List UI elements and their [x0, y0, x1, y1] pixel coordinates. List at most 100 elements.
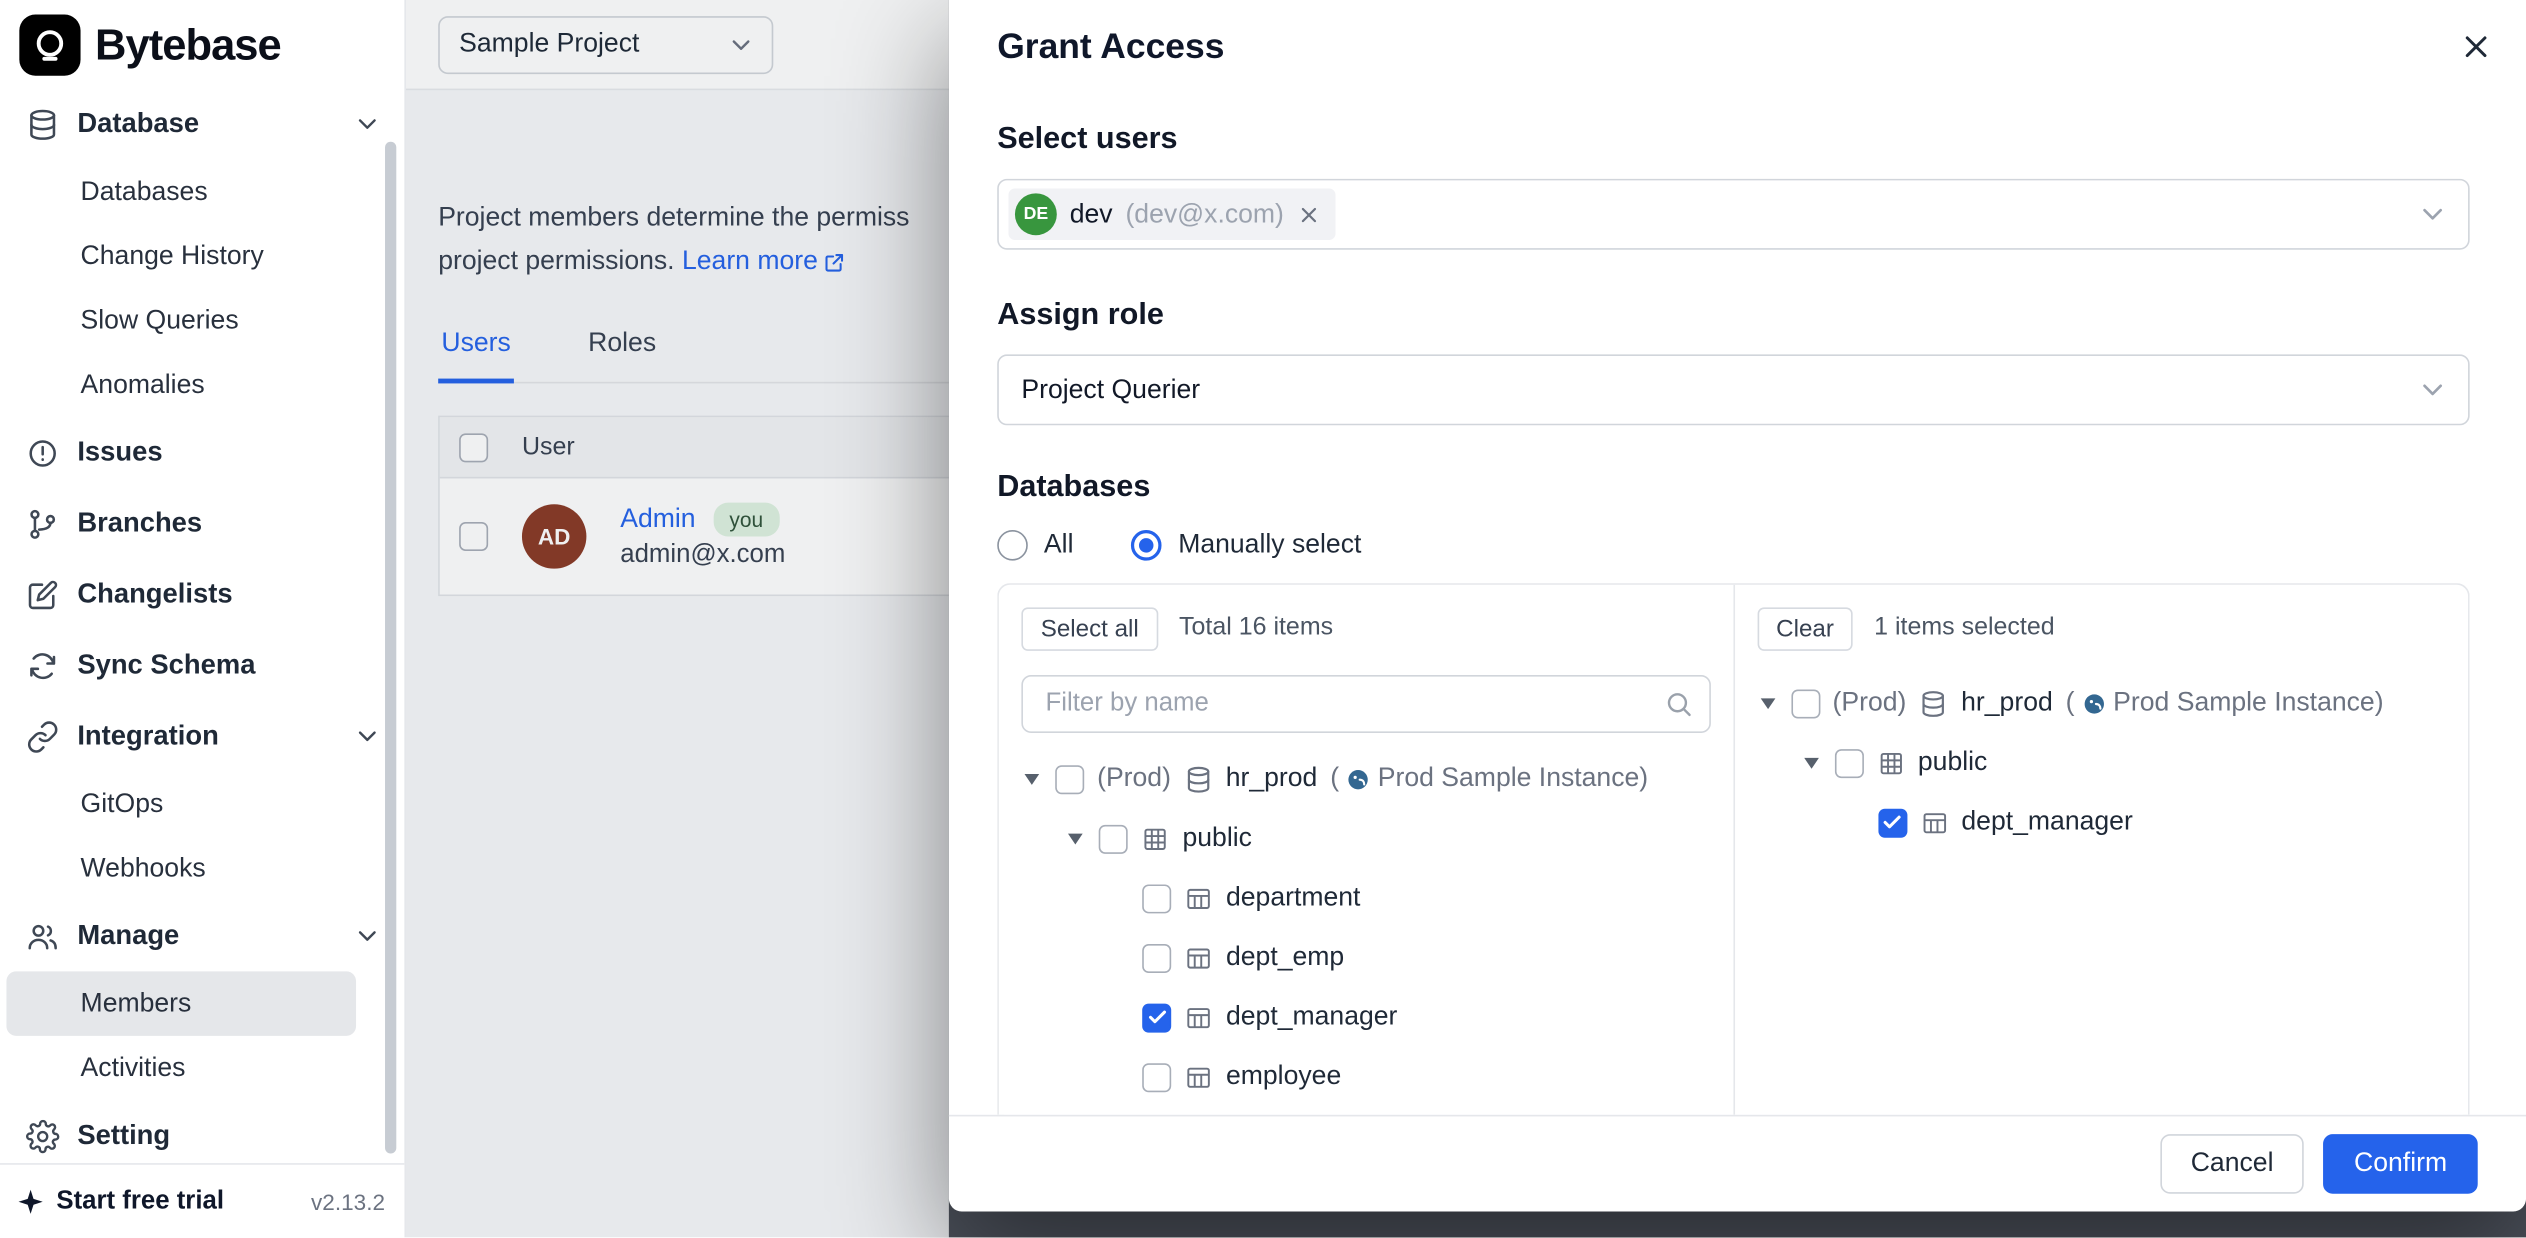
brand-name: Bytebase — [95, 20, 281, 70]
chip-user-name: dev — [1070, 199, 1113, 230]
selected-tree: (Prod) hr_prod ( Prod Sample Instance) — [1757, 673, 2446, 852]
node-checkbox[interactable] — [1142, 1062, 1171, 1091]
postgres-icon — [2081, 690, 2107, 716]
tree-node-database[interactable]: (Prod) hr_prod ( Prod Sample Instance) — [1757, 673, 2446, 733]
caret-placeholder — [1844, 812, 1865, 833]
close-icon[interactable] — [2455, 26, 2497, 68]
total-items-label: Total 16 items — [1179, 614, 1333, 643]
tree-node-table[interactable]: employee — [1021, 1047, 1710, 1107]
cancel-button[interactable]: Cancel — [2160, 1134, 2304, 1194]
caret-down-icon[interactable] — [1021, 768, 1042, 789]
filter-input[interactable] — [1042, 688, 1663, 720]
sidebar-item-issues[interactable]: Issues — [0, 417, 404, 488]
databases-label: Databases — [997, 470, 2469, 505]
sparkle-icon — [16, 1187, 45, 1216]
node-label: dept_manager — [1226, 1002, 1397, 1033]
gear-icon — [26, 1119, 60, 1153]
node-label: dept_manager — [1961, 807, 2132, 838]
node-checkbox[interactable] — [1791, 689, 1820, 718]
sidebar-item-manage[interactable]: Manage — [0, 901, 404, 972]
sidebar-item-gitops[interactable]: GitOps — [0, 772, 404, 836]
sidebar-item-databases[interactable]: Databases — [0, 159, 404, 223]
git-branch-icon — [26, 507, 60, 541]
radio-all[interactable]: All — [997, 530, 1073, 561]
sidebar-item-anomalies[interactable]: Anomalies — [0, 353, 404, 417]
node-label: public — [1182, 823, 1251, 854]
assign-role-label: Assign role — [997, 298, 2469, 333]
node-checkbox[interactable] — [1055, 764, 1084, 793]
role-select[interactable]: Project Querier — [997, 354, 2469, 425]
sidebar-item-sync-schema[interactable]: Sync Schema — [0, 630, 404, 701]
sidebar-item-members[interactable]: Members — [6, 971, 356, 1035]
tree-node-schema[interactable]: public — [1021, 809, 1710, 869]
sidebar-item-label: Issues — [77, 437, 162, 469]
tree-node-table[interactable]: dept_manager — [1757, 793, 2446, 853]
select-all-button[interactable]: Select all — [1021, 607, 1158, 650]
radio-manually-select[interactable]: Manually select — [1131, 530, 1361, 561]
node-checkbox[interactable] — [1834, 748, 1863, 777]
sidebar-item-label: Slow Queries — [81, 305, 239, 336]
tree-node-database[interactable]: (Prod) hr_prod ( Prod Sample Instance) — [1021, 749, 1710, 809]
radio-checked-icon[interactable] — [1131, 530, 1162, 561]
sidebar-item-setting[interactable]: Setting — [0, 1100, 404, 1171]
users-select[interactable]: DE dev (dev@x.com) — [997, 179, 2469, 250]
database-scope-radios: All Manually select — [997, 530, 2469, 561]
table-icon — [1184, 884, 1213, 913]
node-checkbox-checked[interactable] — [1878, 808, 1907, 837]
sidebar-item-database[interactable]: Database — [0, 89, 404, 160]
source-tree: (Prod) hr_prod ( Prod Sample Instance) — [1021, 749, 1710, 1107]
caret-down-icon[interactable] — [1800, 752, 1821, 773]
sidebar-item-integration[interactable]: Integration — [0, 701, 404, 772]
node-checkbox[interactable] — [1142, 943, 1171, 972]
instance-label: ( Prod Sample Instance) — [2066, 688, 2384, 719]
app-window: Bytebase Database Databases Change Histo… — [0, 0, 2526, 1237]
chevron-down-icon — [353, 722, 382, 751]
sidebar-nav: Database Databases Change History Slow Q… — [0, 85, 404, 1171]
sidebar-item-slow-queries[interactable]: Slow Queries — [0, 288, 404, 352]
modal-footer: Cancel Confirm — [949, 1115, 2526, 1212]
tree-node-schema[interactable]: public — [1757, 733, 2446, 793]
sidebar-item-label: Anomalies — [81, 370, 205, 401]
sidebar-scrollbar[interactable] — [385, 142, 396, 1154]
remove-chip-icon[interactable] — [1297, 202, 1321, 226]
environment-label: (Prod) — [1097, 764, 1171, 795]
transfer-source-pane: Select all Total 16 items (Prod) — [999, 585, 1734, 1115]
caret-placeholder — [1108, 947, 1129, 968]
sidebar-item-label: Database — [77, 108, 199, 140]
sidebar-item-label: Integration — [77, 720, 219, 752]
database-transfer-panel: Select all Total 16 items (Prod) — [997, 583, 2469, 1115]
node-checkbox-checked[interactable] — [1142, 1003, 1171, 1032]
database-icon — [26, 107, 60, 141]
database-icon — [1184, 764, 1213, 793]
selected-items-label: 1 items selected — [1874, 614, 2054, 643]
tree-node-table[interactable]: dept_manager — [1021, 988, 1710, 1048]
postgres-icon — [1346, 766, 1372, 792]
sidebar-item-activities[interactable]: Activities — [0, 1036, 404, 1100]
sidebar-item-webhooks[interactable]: Webhooks — [0, 836, 404, 900]
sidebar-item-change-history[interactable]: Change History — [0, 224, 404, 288]
sidebar-item-changelists[interactable]: Changelists — [0, 559, 404, 630]
radio-all-label: All — [1044, 530, 1074, 561]
bytebase-logo-icon — [19, 14, 80, 75]
node-label: public — [1918, 748, 1987, 779]
table-icon — [1920, 808, 1949, 837]
sidebar-item-label: Changelists — [77, 578, 232, 610]
node-checkbox[interactable] — [1142, 884, 1171, 913]
node-checkbox[interactable] — [1099, 824, 1128, 853]
tree-node-table[interactable]: dept_emp — [1021, 928, 1710, 988]
sidebar-item-branches[interactable]: Branches — [0, 488, 404, 559]
start-free-trial-link[interactable]: Start free trial — [56, 1187, 224, 1216]
sidebar-item-label: Setting — [77, 1120, 170, 1152]
radio-icon[interactable] — [997, 530, 1028, 561]
select-users-label: Select users — [997, 122, 2469, 157]
modal-header: Grant Access — [949, 0, 2526, 71]
table-icon — [1184, 1003, 1213, 1032]
caret-down-icon[interactable] — [1757, 693, 1778, 714]
caret-down-icon[interactable] — [1065, 828, 1086, 849]
tree-node-table[interactable]: department — [1021, 868, 1710, 928]
chevron-down-icon — [353, 921, 382, 950]
chevron-down-icon — [353, 110, 382, 139]
clear-button[interactable]: Clear — [1757, 607, 1853, 650]
confirm-button[interactable]: Confirm — [2323, 1134, 2477, 1194]
sidebar-item-label: Sync Schema — [77, 649, 255, 681]
